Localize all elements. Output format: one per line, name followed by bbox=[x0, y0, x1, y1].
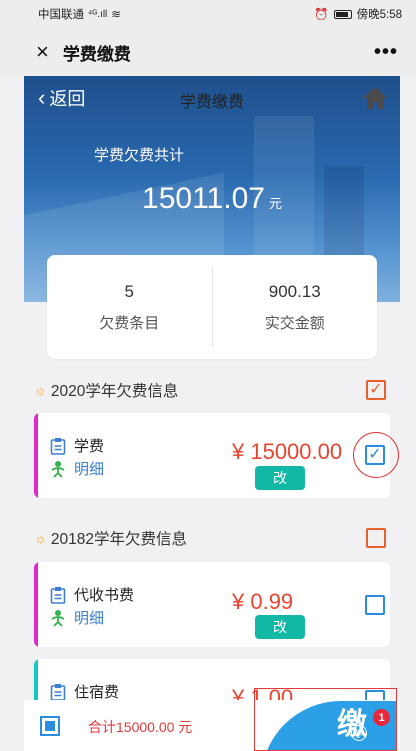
detail-label: 明细 bbox=[74, 461, 105, 478]
highlight-ring bbox=[353, 432, 399, 478]
home-icon[interactable] bbox=[362, 86, 388, 110]
bulb-icon: ☼ bbox=[34, 530, 47, 546]
select-all-checkbox[interactable] bbox=[40, 716, 60, 736]
more-icon[interactable]: ••• bbox=[374, 41, 398, 64]
owe-label: 学费欠费共计 bbox=[94, 147, 185, 164]
item-name: 住宿费 bbox=[74, 684, 120, 701]
owe-total: 15011.07 元 bbox=[24, 182, 400, 216]
clipboard-icon bbox=[50, 437, 66, 455]
carrier-label: 中国联通 bbox=[38, 9, 84, 21]
alarm-icon: ⏰ bbox=[314, 9, 329, 21]
item-price: ¥ 0.99 bbox=[232, 589, 294, 614]
checkbox-fill bbox=[45, 721, 55, 731]
section-header-20182: ☼ 20182学年欠费信息 bbox=[34, 524, 386, 552]
stats-card: 5 欠费条目 900.13 实交金额 bbox=[47, 255, 377, 359]
battery-icon bbox=[333, 9, 352, 19]
item-price: ¥ 15000.00 bbox=[232, 439, 343, 464]
status-bar: 中国联通 ⁴ᴳ.ıll ≋ ⏰ 傍晚5:58 bbox=[0, 0, 416, 28]
owe-amount-unit: 元 bbox=[268, 196, 282, 211]
close-icon[interactable]: × bbox=[36, 41, 49, 63]
owe-amount-value: 15011.07 bbox=[142, 182, 265, 215]
stat-owe-count: 5 欠费条目 bbox=[47, 255, 212, 359]
signal-icon: ⁴ᴳ.ıll bbox=[88, 8, 108, 20]
item-color-bar bbox=[34, 562, 38, 647]
wifi-icon: ≋ bbox=[111, 9, 121, 21]
count-badge: 1 bbox=[373, 709, 390, 726]
status-left: 中国联通 ⁴ᴳ.ıll ≋ bbox=[38, 6, 121, 22]
section-header-2020: ☼ 2020学年欠费信息 ✓ bbox=[34, 376, 386, 404]
stat-label: 欠费条目 bbox=[99, 314, 160, 332]
pay-sub-icon: 学 bbox=[351, 725, 367, 741]
section-title: 2020学年欠费信息 bbox=[50, 383, 179, 400]
edit-button[interactable]: 改 bbox=[255, 615, 305, 639]
item-checkbox[interactable] bbox=[365, 595, 385, 615]
section-title: 20182学年欠费信息 bbox=[50, 531, 187, 548]
stat-label: 实交金额 bbox=[264, 314, 325, 332]
clock-time: 傍晚5:58 bbox=[356, 9, 402, 21]
page-title: 学费缴费 bbox=[62, 44, 131, 64]
pay-button[interactable]: 缴 学 1 bbox=[254, 688, 397, 751]
hero-title: 学费缴费 bbox=[179, 94, 244, 111]
clipboard-icon bbox=[50, 683, 66, 701]
total-amount: 合计15000.00 元 bbox=[88, 719, 193, 735]
fee-item: 代收书费 明细 ¥ 0.99 改 bbox=[34, 562, 390, 647]
person-icon bbox=[51, 460, 65, 478]
title-bar: × 学费缴费 ••• bbox=[0, 28, 416, 76]
item-name-row: 学费 bbox=[50, 435, 104, 456]
item-detail-link[interactable]: 明细 bbox=[50, 458, 104, 479]
item-name-row: 代收书费 bbox=[50, 584, 134, 605]
item-color-bar bbox=[34, 413, 38, 498]
status-right: ⏰ 傍晚5:58 bbox=[314, 6, 402, 22]
person-icon bbox=[51, 609, 65, 627]
item-name-row: 住宿费 bbox=[50, 681, 119, 702]
stat-paid-amount: 900.13 实交金额 bbox=[213, 255, 378, 359]
clipboard-icon bbox=[50, 586, 66, 604]
edit-button[interactable]: 改 bbox=[255, 466, 305, 490]
bulb-icon: ☼ bbox=[34, 382, 47, 398]
stat-value: 900.13 bbox=[268, 281, 321, 301]
fee-item: 学费 明细 ¥ 15000.00 改 ✓ bbox=[34, 413, 390, 498]
section-checkbox[interactable] bbox=[366, 528, 386, 548]
pay-button-background bbox=[261, 701, 396, 750]
stat-value: 5 bbox=[124, 281, 134, 301]
item-name: 代收书费 bbox=[74, 587, 135, 604]
item-name: 学费 bbox=[74, 438, 105, 455]
detail-label: 明细 bbox=[74, 610, 105, 627]
section-checkbox[interactable]: ✓ bbox=[366, 380, 386, 400]
item-detail-link[interactable]: 明细 bbox=[50, 607, 104, 628]
